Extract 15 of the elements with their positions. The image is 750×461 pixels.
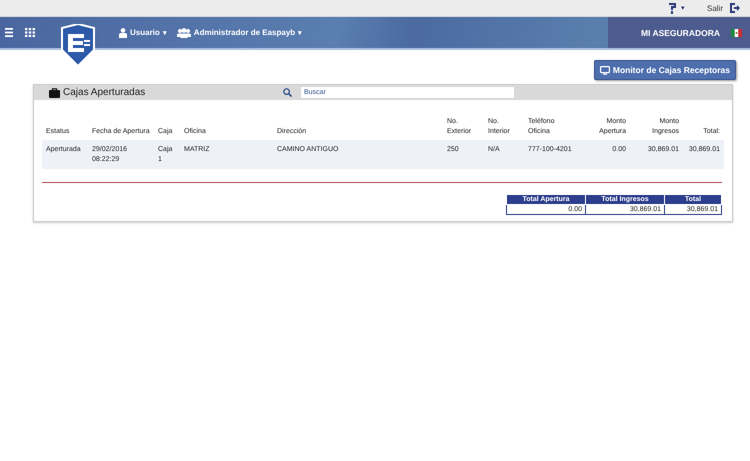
shield-logo	[60, 24, 96, 66]
briefcase-icon	[49, 88, 60, 98]
logout-link[interactable]: Salir	[706, 4, 723, 12]
logout-icon[interactable]	[730, 3, 740, 13]
panel-title: Cajas Aperturadas	[63, 87, 146, 98]
apps-grid-icon[interactable]	[25, 28, 35, 37]
help-icon[interactable]	[668, 2, 677, 14]
flag-icon	[731, 28, 742, 36]
search-icon	[283, 88, 292, 97]
user-icon	[119, 28, 127, 38]
menu-icon[interactable]	[5, 28, 13, 37]
monitor-icon	[600, 66, 610, 74]
monitor-button[interactable]: Monitor de Cajas Receptoras	[594, 60, 736, 80]
company-name: MI ASEGURADORA	[640, 28, 720, 38]
users-icon	[176, 28, 191, 38]
